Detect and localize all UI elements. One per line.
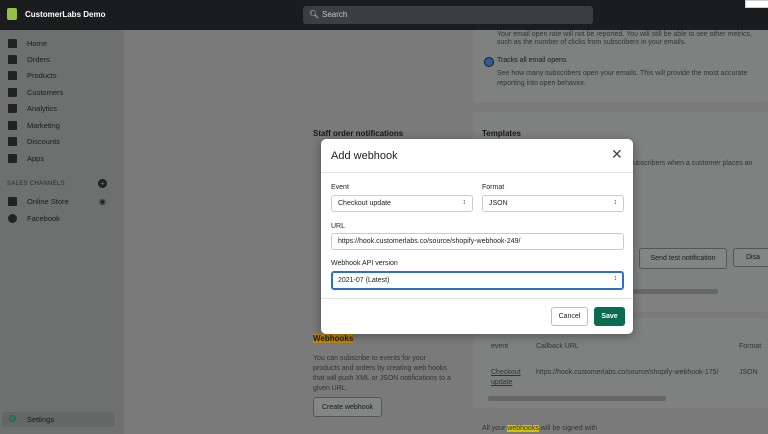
select-arrows-icon: ↕ [613,275,618,282]
event-select[interactable]: Checkout update ↕ [331,195,473,212]
search-placeholder: Search [322,10,348,19]
event-label: Event [331,184,349,191]
close-icon[interactable]: ✕ [611,146,623,163]
api-version-select[interactable]: 2021-07 (Latest) ↕ [331,271,624,290]
api-version-label: Webhook API version [331,260,398,267]
select-arrows-icon: ↕ [613,199,618,206]
modal-header-divider [321,172,633,173]
modal-title: Add webhook [331,150,398,162]
url-input[interactable]: https://hook.customerlabs.co/source/shop… [331,233,624,250]
window-corner-box [745,0,768,8]
cancel-button[interactable]: Cancel [551,307,588,326]
format-label: Format [482,184,505,191]
select-arrows-icon: ↕ [462,199,467,206]
shopify-logo [7,8,17,20]
format-select[interactable]: JSON ↕ [482,195,624,212]
store-name: CustomerLabs Demo [25,10,106,19]
save-button[interactable]: Save [594,307,625,326]
url-label: URL [331,223,346,230]
modal-footer-divider [321,298,633,299]
search-icon: 🔍︎ [309,10,320,19]
